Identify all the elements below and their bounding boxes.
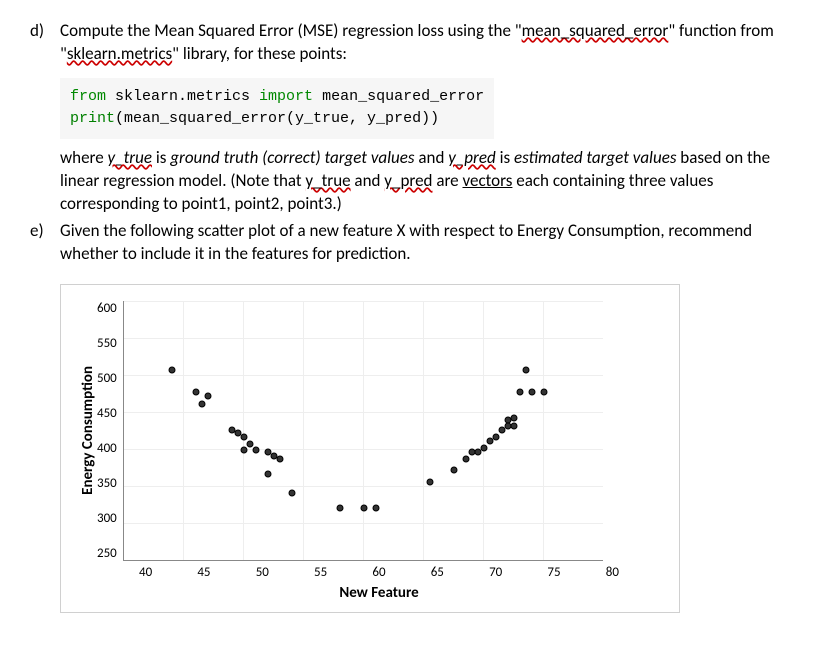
scatter-point (264, 471, 271, 478)
scatter-point (276, 456, 283, 463)
y-tick: 500 (97, 371, 117, 386)
q-d-suffix: " library, for these points: (172, 43, 347, 64)
kw-import: import (259, 88, 313, 105)
scatter-point (240, 446, 247, 453)
mse-func-ref: mean_squared_error (522, 20, 669, 41)
x-tick: 80 (606, 565, 619, 580)
question-d: d) Compute the Mean Squared Error (MSE) … (30, 20, 810, 66)
dc-t1: where (60, 147, 108, 168)
question-d-continuation: where y_true is ground truth (correct) t… (60, 147, 810, 216)
scatter-point (360, 504, 367, 511)
dc-t4: is (496, 147, 514, 168)
code-call: (mean_squared_error(y_true, y_pred)) (115, 110, 439, 127)
x-tick: 65 (431, 565, 444, 580)
scatter-point (516, 389, 523, 396)
scatter-point (168, 367, 175, 374)
scatter-point (336, 504, 343, 511)
y-tick: 250 (97, 546, 117, 561)
scatter-point (510, 415, 517, 422)
scatter-point (492, 434, 499, 441)
scatter-point (198, 400, 205, 407)
scatter-point (252, 446, 259, 453)
estimated-desc: estimated target values (514, 147, 676, 168)
x-tick: 75 (547, 565, 560, 580)
scatter-point (204, 393, 211, 400)
x-axis-label: New Feature (139, 584, 619, 602)
scatter-point (372, 504, 379, 511)
code-line-1: from sklearn.metrics import mean_squared… (70, 86, 484, 109)
y-tick: 450 (97, 406, 117, 421)
y-tick: 350 (97, 476, 117, 491)
scatter-chart: Energy Consumption 600 550 500 450 400 350 300… (60, 284, 680, 613)
q-d-prefix: Compute the Mean Squared Error (MSE) reg… (60, 20, 522, 41)
scatter-point (540, 389, 547, 396)
sklearn-lib-ref: sklearn.metrics (67, 43, 172, 64)
code-func: mean_squared_error (313, 88, 484, 105)
x-tick: 45 (197, 565, 210, 580)
vectors-ref: vectors (462, 170, 512, 191)
x-tick: 60 (372, 565, 385, 580)
dc-t6: and (351, 170, 385, 191)
y-axis-label: Energy Consumption (73, 366, 97, 495)
kw-print: print (70, 110, 115, 127)
y-tick: 400 (97, 441, 117, 456)
dc-t2: is (152, 147, 170, 168)
dc-t3: and (415, 147, 449, 168)
x-tick: 50 (256, 565, 269, 580)
x-tick: 40 (139, 565, 152, 580)
scatter-point (450, 467, 457, 474)
y-tick: 550 (97, 336, 117, 351)
dc-t7: are (432, 170, 462, 191)
scatter-point (510, 422, 517, 429)
code-module: sklearn.metrics (106, 88, 259, 105)
code-line-2: print(mean_squared_error(y_true, y_pred)… (70, 108, 484, 131)
xaxis-spacer (73, 561, 139, 580)
scatter-point (426, 478, 433, 485)
x-tick: 55 (314, 565, 327, 580)
scatter-point (522, 367, 529, 374)
question-e-letter: e) (30, 220, 60, 266)
scatter-point (480, 445, 487, 452)
question-e-text: Given the following scatter plot of a ne… (60, 220, 810, 266)
scatter-point (240, 434, 247, 441)
question-d-letter: d) (30, 20, 60, 66)
question-d-text: Compute the Mean Squared Error (MSE) reg… (60, 20, 810, 66)
y-tick: 600 (97, 301, 117, 316)
x-axis-ticks: 40 45 50 55 60 65 70 75 80 (139, 561, 619, 580)
ground-truth-desc: ground truth (correct) target values (170, 147, 414, 168)
ytrue-ref: y_true (108, 147, 152, 168)
scatter-point (462, 456, 469, 463)
scatter-point (528, 389, 535, 396)
kw-from: from (70, 88, 106, 105)
scatter-point (192, 389, 199, 396)
y-axis-ticks: 600 550 500 450 400 350 300 250 (97, 301, 123, 561)
chart-inner: Energy Consumption 600 550 500 450 400 350 300… (73, 301, 657, 561)
plot-area (123, 301, 603, 561)
x-axis-row: 40 45 50 55 60 65 70 75 80 (73, 561, 657, 580)
ytrue2-ref: y_true (305, 170, 350, 191)
y-tick: 300 (97, 511, 117, 526)
scatter-point (288, 489, 295, 496)
ypred2-ref: y_pred (384, 170, 432, 191)
code-snippet: from sklearn.metrics import mean_squared… (60, 78, 494, 139)
question-e: e) Given the following scatter plot of a… (30, 220, 810, 266)
ypred-ref: y_pred (448, 147, 496, 168)
x-tick: 70 (489, 565, 502, 580)
